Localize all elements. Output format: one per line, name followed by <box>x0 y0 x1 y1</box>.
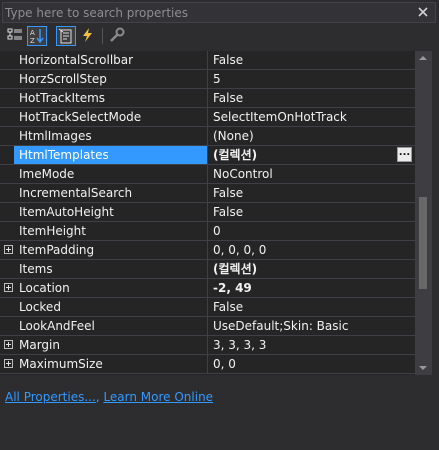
property-name[interactable]: Location <box>14 279 207 297</box>
expand-plus-icon[interactable] <box>4 340 13 349</box>
categorized-button[interactable] <box>6 26 26 46</box>
expand-plus-icon[interactable] <box>4 245 13 254</box>
property-pages-button[interactable] <box>108 26 128 46</box>
property-value[interactable]: 3, 3, 3, 3 <box>207 336 415 354</box>
property-row[interactable]: HorzScrollStep 5 <box>0 70 415 89</box>
property-value[interactable]: (컬렉션) <box>207 260 415 278</box>
property-value-text: 0 <box>213 224 221 238</box>
property-name[interactable]: IncrementalSearch <box>14 184 207 202</box>
property-value-text: -2, 49 <box>213 281 252 295</box>
property-name[interactable]: Items <box>14 260 207 278</box>
property-row[interactable]: Items (컬렉션) <box>0 260 415 279</box>
property-value-text: (None) <box>213 129 254 143</box>
property-value-text: 5 <box>213 72 221 86</box>
property-row[interactable]: HtmlTemplates (컬렉션)... <box>0 146 415 165</box>
clear-search-icon[interactable] <box>415 4 431 20</box>
vertical-scrollbar[interactable] <box>415 51 432 375</box>
property-name[interactable]: ItemPadding <box>14 241 207 259</box>
property-name[interactable]: HotTrackItems <box>14 89 207 107</box>
property-value[interactable]: 0 <box>207 222 415 240</box>
property-row[interactable]: Margin 3, 3, 3, 3 <box>0 336 415 355</box>
property-name[interactable]: Locked <box>14 298 207 316</box>
property-value[interactable]: (컬렉션)... <box>207 146 415 164</box>
property-value-text: False <box>213 205 244 219</box>
property-row[interactable]: HtmlImages (None) <box>0 127 415 146</box>
link-separator: , <box>95 390 100 404</box>
property-row[interactable]: ItemHeight 0 <box>0 222 415 241</box>
scroll-down-icon[interactable] <box>419 366 427 370</box>
properties-button[interactable] <box>56 26 76 46</box>
property-value-text: SelectItemOnHotTrack <box>213 110 347 124</box>
property-row[interactable]: ItemAutoHeight False <box>0 203 415 222</box>
property-row[interactable]: HotTrackSelectMode SelectItemOnHotTrack <box>0 108 415 127</box>
property-row[interactable]: HorizontalScrollbar False <box>0 51 415 70</box>
property-row[interactable]: Locked False <box>0 298 415 317</box>
property-value[interactable]: UseDefault;Skin: Basic <box>207 317 415 335</box>
toolbar: A Z <box>0 24 439 50</box>
scrollbar-thumb[interactable] <box>419 197 427 289</box>
property-value-text: (컬렉션) <box>213 262 258 276</box>
property-value[interactable]: SelectItemOnHotTrack <box>207 108 415 126</box>
property-row[interactable]: ItemPadding 0, 0, 0, 0 <box>0 241 415 260</box>
property-value[interactable]: False <box>207 89 415 107</box>
property-value-text: False <box>213 53 244 67</box>
property-value[interactable]: 5 <box>207 70 415 88</box>
svg-text:A: A <box>30 29 35 37</box>
property-name[interactable]: HtmlImages <box>14 127 207 145</box>
property-name[interactable]: HtmlTemplates <box>14 146 207 164</box>
property-value[interactable]: -2, 49 <box>207 279 415 297</box>
toolbar-separator <box>102 28 103 44</box>
ellipsis-button[interactable]: ... <box>397 147 412 162</box>
property-name[interactable]: ItemAutoHeight <box>14 203 207 221</box>
alphabetical-button[interactable]: A Z <box>27 26 47 46</box>
splitter[interactable] <box>0 375 439 378</box>
property-row[interactable]: LookAndFeel UseDefault;Skin: Basic <box>0 317 415 336</box>
expand-plus-icon[interactable] <box>4 359 13 368</box>
property-name[interactable]: Margin <box>14 336 207 354</box>
property-value[interactable]: 0, 0 <box>207 355 415 373</box>
property-value[interactable]: False <box>207 51 415 69</box>
property-name[interactable]: LookAndFeel <box>14 317 207 335</box>
property-name[interactable]: HotTrackSelectMode <box>14 108 207 126</box>
property-value-text: 0, 0 <box>213 357 236 371</box>
property-value[interactable]: 0, 0, 0, 0 <box>207 241 415 259</box>
all-properties-link[interactable]: All Properties... <box>5 390 96 404</box>
search-input[interactable] <box>5 3 405 22</box>
property-value-text: 3, 3, 3, 3 <box>213 338 267 352</box>
property-value[interactable]: False <box>207 298 415 316</box>
property-value[interactable]: False <box>207 184 415 202</box>
property-value-text: False <box>213 91 244 105</box>
scroll-up-icon[interactable] <box>419 56 427 60</box>
property-name[interactable]: ImeMode <box>14 165 207 183</box>
property-name[interactable]: HorzScrollStep <box>14 70 207 88</box>
property-row[interactable]: Location -2, 49 <box>0 279 415 298</box>
property-row[interactable]: ImeMode NoControl <box>0 165 415 184</box>
property-value[interactable]: False <box>207 203 415 221</box>
search-box[interactable] <box>2 2 436 23</box>
expand-plus-icon[interactable] <box>4 283 13 292</box>
property-name[interactable]: MaximumSize <box>14 355 207 373</box>
property-value-text: (컬렉션) <box>213 148 258 162</box>
property-value[interactable]: (None) <box>207 127 415 145</box>
property-value[interactable]: NoControl <box>207 165 415 183</box>
commands-area: All Properties..., Learn More Online <box>5 388 213 406</box>
learn-more-online-link[interactable]: Learn More Online <box>103 390 213 404</box>
property-row[interactable]: IncrementalSearch False <box>0 184 415 203</box>
property-value-text: NoControl <box>213 167 273 181</box>
property-name[interactable]: ItemHeight <box>14 222 207 240</box>
property-name[interactable]: HorizontalScrollbar <box>14 51 207 69</box>
property-row[interactable]: MaximumSize 0, 0 <box>0 355 415 374</box>
property-value-text: 0, 0, 0, 0 <box>213 243 267 257</box>
svg-text:Z: Z <box>30 37 35 44</box>
property-value-text: False <box>213 186 244 200</box>
events-button[interactable] <box>79 26 99 46</box>
property-value-text: False <box>213 300 244 314</box>
property-grid: HorizontalScrollbar False HorzScrollStep 5 H… <box>0 51 415 375</box>
property-value-text: UseDefault;Skin: Basic <box>213 319 349 333</box>
property-row[interactable]: HotTrackItems False <box>0 89 415 108</box>
